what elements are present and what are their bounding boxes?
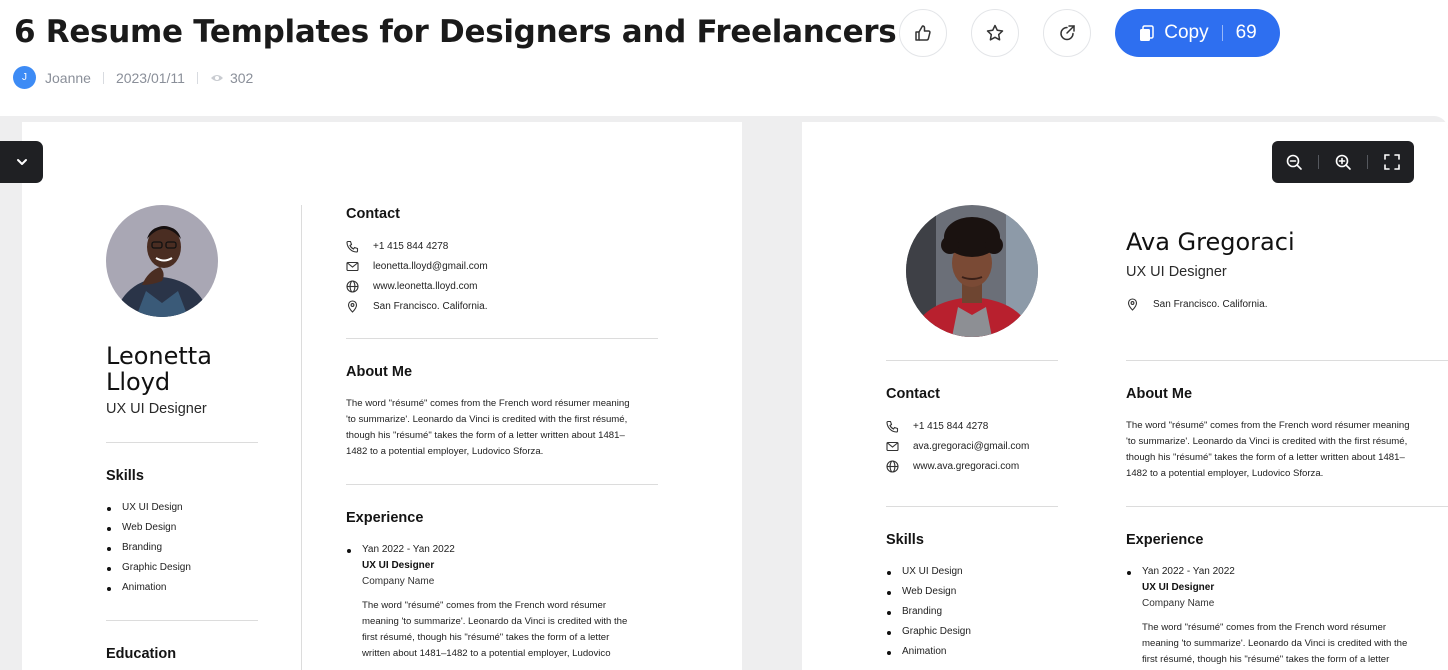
divider: [1126, 360, 1448, 361]
resume-role: UX UI Designer: [1126, 264, 1227, 280]
resume-preview-ava[interactable]: Ava Gregoraci UX UI Designer San Francis…: [802, 122, 1448, 670]
favorite-button[interactable]: [971, 9, 1019, 57]
about-text: The word "résumé" comes from the French …: [1126, 420, 1410, 479]
skill-item: Graphic Design: [107, 562, 191, 573]
divider: [346, 338, 658, 339]
skill-item: Branding: [886, 606, 943, 617]
column-divider: [301, 205, 302, 670]
contact-heading: Contact: [886, 386, 940, 402]
contact-website: www.leonetta.lloyd.com: [346, 280, 478, 293]
zoom-in-icon[interactable]: [1334, 153, 1352, 171]
experience-text: The word "résumé" comes from the French …: [362, 600, 628, 659]
contact-heading: Contact: [346, 206, 400, 222]
mail-icon: [886, 441, 899, 452]
skill-item: Web Design: [106, 522, 177, 533]
skills-heading: Skills: [886, 532, 924, 548]
resume-name: Ava Gregoraci: [1126, 228, 1295, 256]
education-heading: Education: [106, 646, 177, 662]
location-icon: [347, 300, 358, 313]
profile-photo: [906, 205, 1038, 337]
publish-date: 2023/01/11: [115, 69, 185, 86]
experience-company: Company Name: [362, 576, 435, 587]
experience-title: UX UI Designer: [362, 560, 435, 571]
resume-role: UX UI Designer: [106, 401, 207, 417]
page-title: 6 Resume Templates for Designers and Fre…: [14, 14, 897, 50]
contact-phone: +1 415 844 4278: [346, 240, 448, 253]
divider: [886, 360, 1058, 361]
divider: [1126, 506, 1448, 507]
skill-item: Animation: [106, 582, 167, 593]
zoom-out-icon[interactable]: [1285, 153, 1303, 171]
share-button[interactable]: [1043, 9, 1091, 57]
experience-date: Yan 2022 - Yan 2022: [347, 544, 455, 555]
about-heading: About Me: [346, 364, 413, 380]
header-location: San Francisco. California.: [1126, 298, 1268, 311]
skill-item: UX UI Design: [107, 502, 183, 513]
author-name[interactable]: Joanne: [45, 70, 91, 86]
globe-icon: [346, 280, 359, 293]
divider: [346, 484, 658, 485]
skill-item: UX UI Design: [887, 566, 963, 577]
view-count: 302: [229, 69, 254, 86]
chevron-down-icon: [16, 159, 27, 165]
contact-location: San Francisco. California.: [346, 300, 488, 313]
experience-heading: Experience: [1126, 532, 1204, 548]
skill-item: Animation: [886, 646, 947, 657]
globe-icon: [886, 460, 899, 473]
divider: [106, 620, 258, 621]
experience-heading: Experience: [346, 510, 424, 526]
skill-item: Branding: [106, 542, 163, 553]
skill-item: Graphic Design: [887, 626, 971, 637]
copy-label: Copy: [1164, 22, 1209, 43]
avatar[interactable]: J: [13, 66, 36, 89]
skill-item: Web Design: [886, 586, 957, 597]
mail-icon: [346, 261, 359, 272]
phone-icon: [346, 240, 359, 253]
experience-date: Yan 2022 - Yan 2022: [1127, 566, 1235, 577]
contact-email: leonetta.lloyd@gmail.com: [346, 260, 488, 273]
collapse-button[interactable]: [0, 141, 43, 183]
experience-company: Company Name: [1142, 598, 1215, 609]
about-heading: About Me: [1126, 386, 1193, 402]
meta-divider: [102, 71, 104, 84]
thumbs-up-icon: [915, 25, 931, 41]
contact-email: ava.gregoraci@gmail.com: [886, 440, 1029, 453]
location-icon: [1127, 298, 1138, 311]
experience-title: UX UI Designer: [1142, 582, 1215, 593]
resume-preview-leonetta[interactable]: Leonetta Lloyd UX UI Designer Skills UX U…: [22, 122, 742, 670]
zoom-toolbar: [1272, 141, 1414, 183]
phone-icon: [886, 420, 899, 433]
copy-count: 69: [1235, 22, 1257, 43]
experience-text: The word "résumé" comes from the French …: [1142, 622, 1408, 665]
profile-photo: [106, 205, 218, 317]
star-icon: [986, 24, 1004, 41]
fullscreen-icon[interactable]: [1383, 153, 1401, 171]
like-button[interactable]: [899, 9, 947, 57]
template-canvas[interactable]: Leonetta Lloyd UX UI Designer Skills UX U…: [0, 116, 1448, 670]
copy-button[interactable]: Copy 69: [1115, 9, 1280, 57]
skills-heading: Skills: [106, 468, 144, 484]
contact-website: www.ava.gregoraci.com: [886, 460, 1019, 473]
contact-phone: +1 415 844 4278: [886, 420, 988, 433]
article-meta: J Joanne 2023/01/11 302: [13, 66, 253, 89]
eye-icon: [210, 74, 223, 81]
divider: [106, 442, 258, 443]
document-icon: [1140, 24, 1154, 41]
resume-name: Leonetta Lloyd: [106, 342, 212, 396]
meta-divider: [196, 71, 198, 84]
share-icon: [1060, 25, 1075, 41]
about-text: The word "résumé" comes from the French …: [346, 398, 630, 457]
divider: [886, 506, 1058, 507]
